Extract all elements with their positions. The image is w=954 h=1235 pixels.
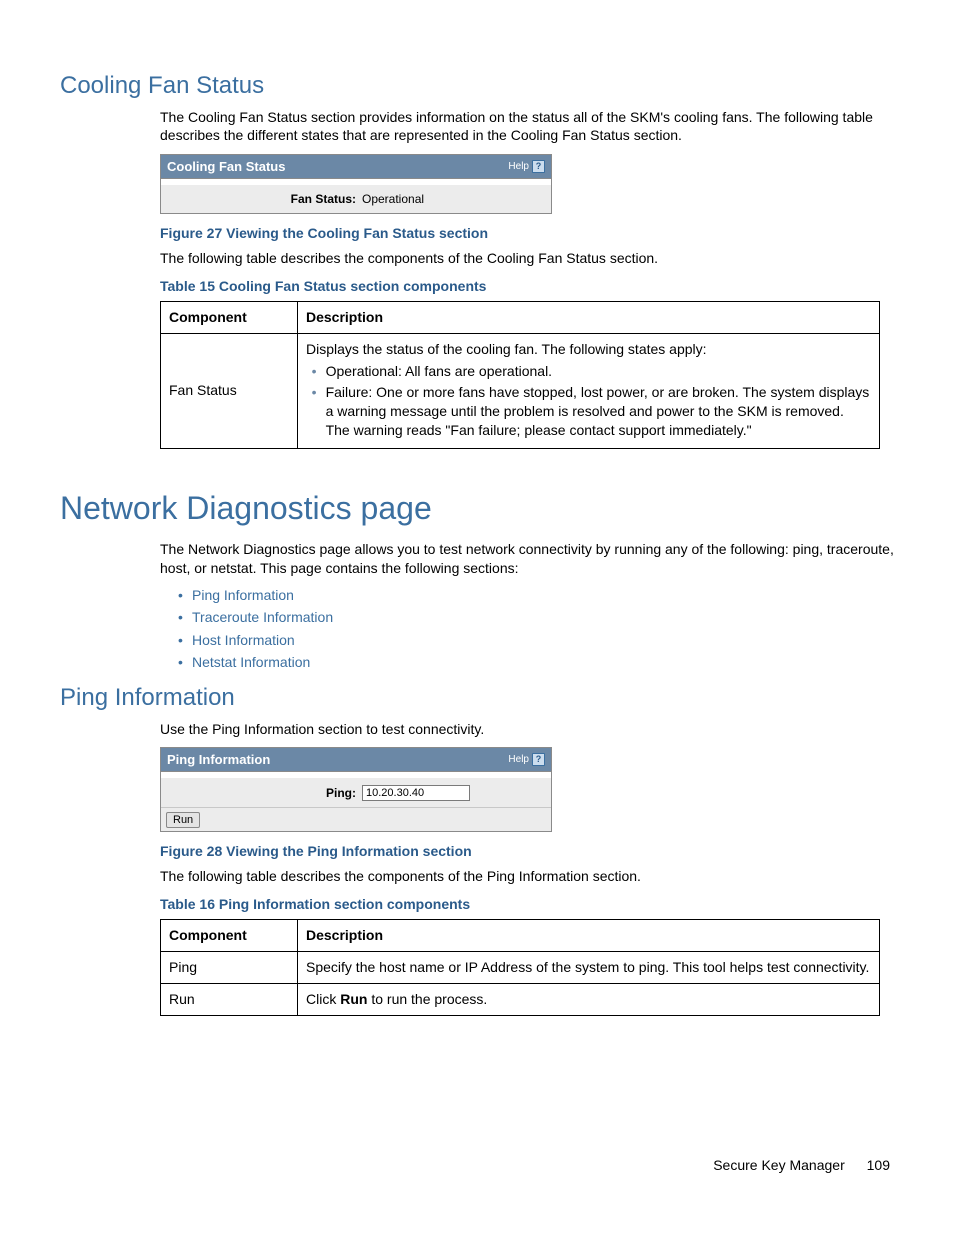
- help-icon: ?: [532, 160, 545, 173]
- table-15-caption: Table 15 Cooling Fan Status section comp…: [160, 277, 894, 296]
- cooling-fan-intro: The Cooling Fan Status section provides …: [60, 108, 894, 146]
- cooling-fan-after-figure: The following table describes the compon…: [60, 249, 894, 268]
- col-description: Description: [298, 920, 880, 952]
- run-button[interactable]: Run: [166, 812, 200, 828]
- run-desc-post: to run the process.: [367, 991, 487, 1007]
- link-traceroute-a[interactable]: Traceroute Information: [192, 609, 333, 625]
- cell-component: Run: [161, 983, 298, 1015]
- cooling-fan-status-heading: Cooling Fan Status: [60, 70, 894, 102]
- link-traceroute[interactable]: Traceroute Information: [178, 608, 894, 627]
- widget-title: Cooling Fan Status: [167, 158, 285, 176]
- cooling-fan-widget-titlebar: Cooling Fan Status Help ?: [161, 155, 551, 180]
- table-16-caption: Table 16 Ping Information section compon…: [160, 895, 894, 914]
- ping-widget-titlebar: Ping Information Help ?: [161, 748, 551, 773]
- cooling-fan-widget: Cooling Fan Status Help ? Fan Status: Op…: [160, 154, 552, 215]
- ping-label: Ping:: [169, 785, 362, 801]
- help-link[interactable]: Help ?: [508, 160, 545, 174]
- link-host[interactable]: Host Information: [178, 631, 894, 650]
- ping-widget: Ping Information Help ? Ping: Run: [160, 747, 552, 833]
- network-diagnostics-intro: The Network Diagnostics page allows you …: [60, 540, 894, 578]
- ping-after-figure: The following table describes the compon…: [60, 867, 894, 886]
- state-failure: Failure: One or more fans have stopped, …: [326, 383, 871, 440]
- help-label: Help: [508, 160, 529, 174]
- table-16: Component Description Ping Specify the h…: [160, 919, 880, 1016]
- table-row: Run Click Run to run the process.: [161, 983, 880, 1015]
- ping-intro: Use the Ping Information section to test…: [60, 720, 894, 739]
- page-footer: Secure Key Manager 109: [60, 1156, 894, 1175]
- state-operational: Operational: All fans are operational.: [326, 362, 871, 381]
- help-icon: ?: [532, 753, 545, 766]
- ping-widget-footer: Run: [161, 807, 551, 831]
- footer-product: Secure Key Manager: [713, 1157, 845, 1173]
- link-netstat-a[interactable]: Netstat Information: [192, 654, 310, 670]
- help-link[interactable]: Help ?: [508, 753, 545, 767]
- figure-28-caption: Figure 28 Viewing the Ping Information s…: [160, 842, 894, 861]
- widget-title: Ping Information: [167, 751, 270, 769]
- state-list: Operational: All fans are operational. F…: [309, 362, 871, 440]
- link-netstat[interactable]: Netstat Information: [178, 653, 894, 672]
- link-ping[interactable]: Ping Information: [178, 586, 894, 605]
- cell-description: Specify the host name or IP Address of t…: [298, 952, 880, 984]
- table-row: Ping Specify the host name or IP Address…: [161, 952, 880, 984]
- cell-component: Fan Status: [161, 334, 298, 448]
- link-ping-a[interactable]: Ping Information: [192, 587, 294, 603]
- table-header-row: Component Description: [161, 920, 880, 952]
- ping-input[interactable]: [362, 785, 470, 801]
- diagnostics-section-links: Ping Information Traceroute Information …: [178, 586, 894, 672]
- network-diagnostics-heading: Network Diagnostics page: [60, 487, 894, 530]
- ping-information-heading: Ping Information: [60, 682, 894, 714]
- fan-status-value: Operational: [362, 191, 424, 207]
- ping-widget-body: Ping:: [161, 778, 551, 807]
- figure-27-caption: Figure 27 Viewing the Cooling Fan Status…: [160, 224, 894, 243]
- link-host-a[interactable]: Host Information: [192, 632, 295, 648]
- table-header-row: Component Description: [161, 302, 880, 334]
- cooling-fan-widget-body: Fan Status: Operational: [161, 185, 551, 213]
- run-desc-pre: Click: [306, 991, 340, 1007]
- table-15: Component Description Fan Status Display…: [160, 301, 880, 448]
- run-desc-bold: Run: [340, 991, 367, 1007]
- col-component: Component: [161, 920, 298, 952]
- footer-page-number: 109: [867, 1156, 890, 1175]
- cell-description: Displays the status of the cooling fan. …: [298, 334, 880, 448]
- help-label: Help: [508, 753, 529, 767]
- desc-intro: Displays the status of the cooling fan. …: [306, 341, 707, 357]
- cell-component: Ping: [161, 952, 298, 984]
- table-row: Fan Status Displays the status of the co…: [161, 334, 880, 448]
- fan-status-label: Fan Status:: [169, 191, 362, 207]
- cell-description: Click Run to run the process.: [298, 983, 880, 1015]
- col-description: Description: [298, 302, 880, 334]
- col-component: Component: [161, 302, 298, 334]
